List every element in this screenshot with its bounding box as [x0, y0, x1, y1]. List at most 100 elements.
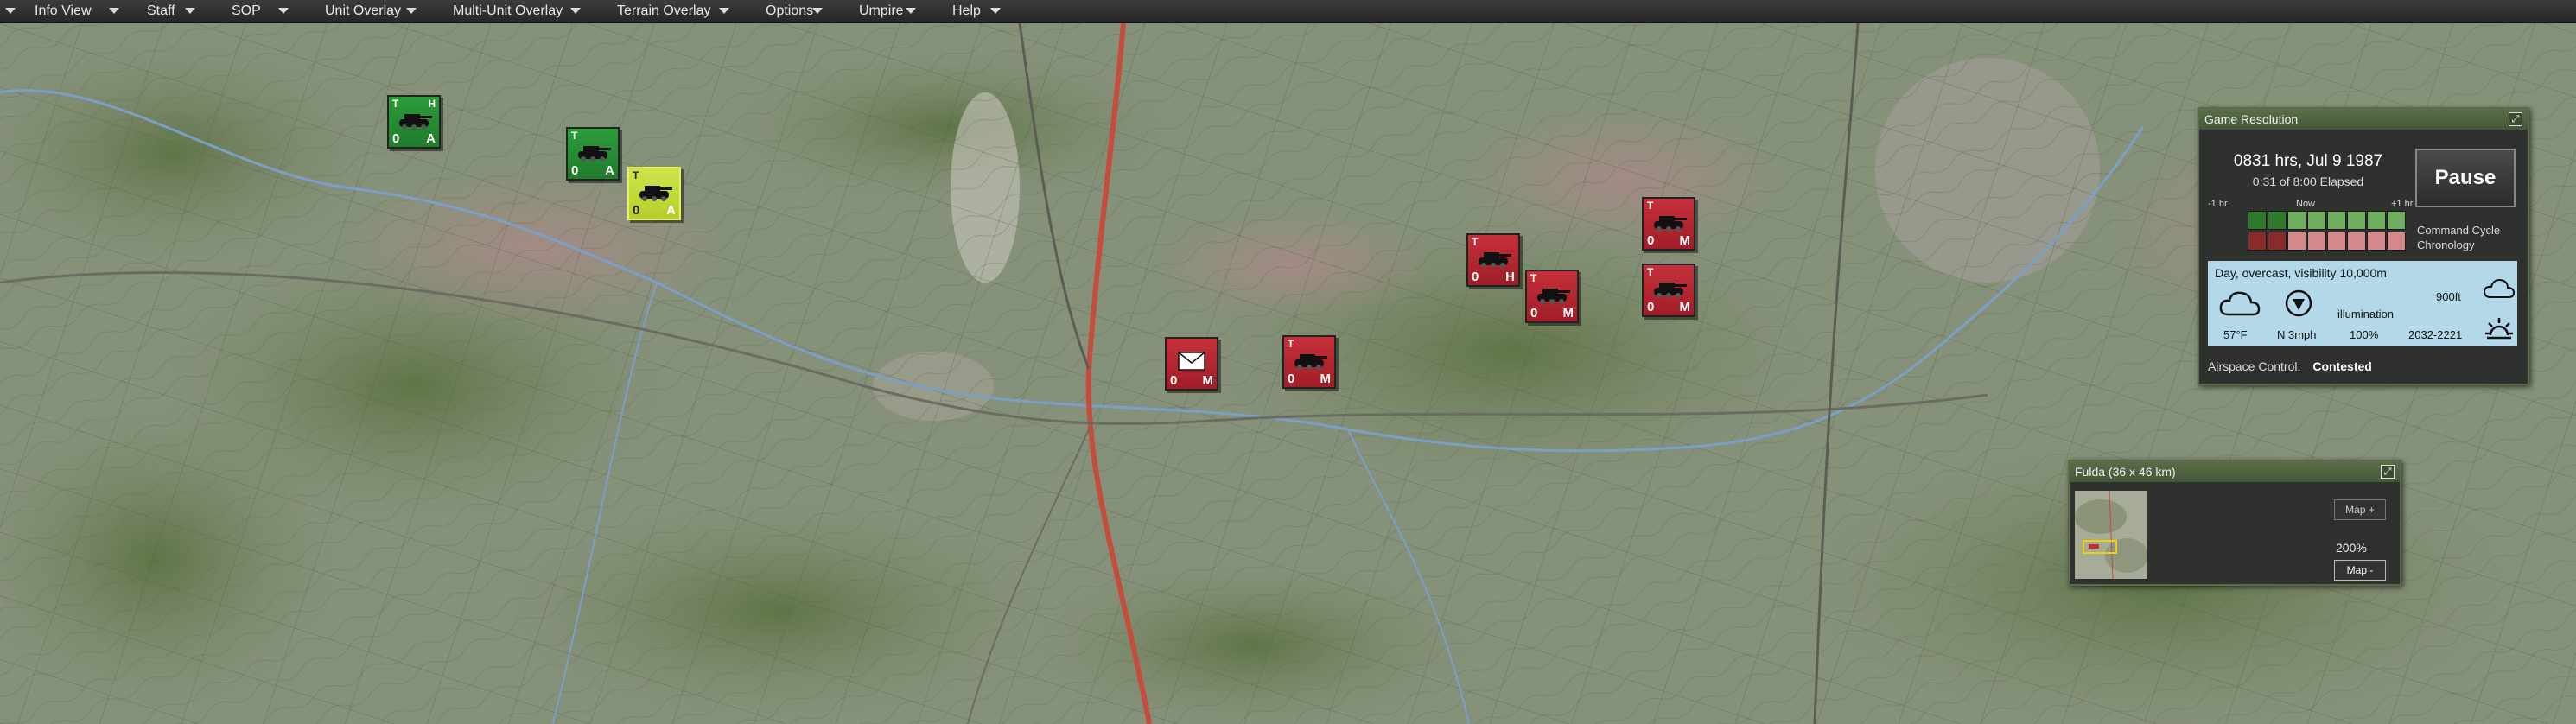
unit-strength: 0 [392, 131, 400, 146]
unit-counter[interactable]: TH0A [387, 95, 441, 149]
cloud-ceiling-icon [2483, 278, 2516, 298]
chronology-cell[interactable] [2287, 232, 2306, 251]
tank-icon [396, 107, 432, 131]
unit-status: M [1562, 306, 1574, 321]
menu-unit-overlay[interactable]: Unit Overlay [290, 0, 427, 22]
minimap-thumbnail[interactable] [2075, 491, 2147, 579]
chronology-cell[interactable] [2248, 232, 2267, 251]
unit-status: M [1202, 373, 1214, 388]
chevron-down-icon [812, 8, 823, 14]
chevron-down-icon [719, 8, 729, 14]
game-time: 0831 hrs, Jul 9 1987 [2233, 152, 2383, 170]
unit-strength: 0 [1647, 233, 1655, 248]
temperature: 57°F [2223, 328, 2248, 341]
menu-bar: Info View Staff SOP Unit Overlay Multi-U… [0, 0, 2576, 23]
chronology-cell[interactable] [2327, 232, 2346, 251]
unit-counter[interactable]: T0H [1466, 233, 1520, 287]
panel-header[interactable]: Fulda (36 x 46 km) ⤢ [2070, 461, 2400, 482]
unit-strength: 0 [1472, 270, 1479, 284]
expand-icon[interactable]: ⤢ [2509, 112, 2522, 126]
chevron-down-icon [906, 8, 916, 14]
chevron-down-icon [406, 8, 417, 14]
tank-icon [1651, 209, 1687, 233]
menu-sop[interactable]: SOP [197, 0, 299, 22]
unit-status: M [1679, 300, 1691, 314]
chronology-cell[interactable] [2347, 232, 2366, 251]
chron-now-label: Now [2296, 199, 2316, 209]
chronology-cell[interactable] [2387, 211, 2406, 230]
zoom-level: 200% [2336, 541, 2367, 555]
unit-strength: 0 [1170, 373, 1178, 388]
unit-strength: 0 [1530, 306, 1538, 321]
chronology-cell[interactable] [2367, 232, 2386, 251]
chronology-cell[interactable] [2268, 232, 2287, 251]
pause-button[interactable]: Pause [2415, 149, 2516, 207]
panel-title: Game Resolution [2204, 112, 2299, 126]
chronology-cell[interactable] [2248, 211, 2267, 230]
menu-staff[interactable]: Staff [112, 0, 206, 22]
unit-status: A [605, 163, 614, 178]
chronology-cell[interactable] [2287, 211, 2306, 230]
unit-counter[interactable]: 0M [1165, 337, 1218, 391]
menu-help[interactable]: Help [918, 0, 1011, 22]
unit-counter[interactable]: T0M [1642, 197, 1695, 251]
tank-icon [1651, 276, 1687, 300]
unit-strength: 0 [1288, 372, 1295, 386]
unit-strength: 0 [633, 203, 640, 218]
tank-icon [1475, 245, 1511, 270]
unit-status: A [666, 203, 676, 218]
chronology-cell[interactable] [2367, 211, 2386, 230]
unit-status: M [1320, 372, 1332, 386]
hq-envelope-icon [1174, 349, 1210, 373]
chevron-down-icon [570, 8, 581, 14]
menu-info-view[interactable]: Info View [0, 0, 130, 22]
wind-direction-icon [2285, 289, 2312, 317]
unit-status: H [1505, 270, 1515, 284]
game-resolution-panel: Game Resolution ⤢ 0831 hrs, Jul 9 1987 0… [2198, 107, 2529, 385]
command-cycle-label: Command Cycle Chronology [2417, 224, 2501, 251]
unit-counter[interactable]: T0M [1642, 264, 1695, 317]
cloud-icon [2219, 291, 2261, 316]
chevron-down-icon [5, 8, 16, 14]
chronology-cell[interactable] [2307, 211, 2326, 230]
chron-minus-label: -1 hr [2208, 199, 2228, 209]
unit-status: A [426, 131, 436, 146]
menu-umpire[interactable]: Umpire [824, 0, 926, 22]
expand-icon[interactable]: ⤢ [2381, 465, 2395, 479]
illumination-value: 100% [2350, 328, 2379, 341]
cloud-ceiling: 900ft [2436, 290, 2461, 303]
tank-icon [636, 179, 672, 203]
wind: N 3mph [2277, 328, 2317, 341]
sun-icon [2485, 318, 2513, 340]
chron-plus-label: +1 hr [2391, 199, 2414, 209]
unit-counter[interactable]: T0A [566, 127, 620, 181]
chronology-cell[interactable] [2327, 211, 2346, 230]
weather-panel: Day, overcast, visibility 10,000m 900ft … [2208, 261, 2517, 346]
weather-description: Day, overcast, visibility 10,000m [2215, 266, 2387, 280]
chronology-cell[interactable] [2307, 232, 2326, 251]
daylight-window: 2032-2221 [2408, 328, 2463, 341]
chronology-cell[interactable] [2268, 211, 2287, 230]
command-chronology[interactable] [2208, 211, 2412, 252]
chronology-cell[interactable] [2387, 232, 2406, 251]
menu-multi-unit-overlay[interactable]: Multi-Unit Overlay [418, 0, 591, 22]
unit-counter[interactable]: T0A [627, 167, 681, 220]
unit-status: M [1679, 233, 1691, 248]
chronology-cell[interactable] [2347, 211, 2366, 230]
map-zoom-out-button[interactable]: Map - [2334, 560, 2386, 581]
chevron-down-icon [185, 8, 195, 14]
airspace-control: Airspace Control: Contested [2208, 359, 2372, 373]
tank-icon [1291, 347, 1327, 372]
minimap-terrain [2075, 491, 2147, 579]
tank-icon [1534, 282, 1570, 306]
menu-options[interactable]: Options [731, 0, 833, 22]
map-zoom-in-button[interactable]: Map + [2334, 499, 2386, 520]
menu-terrain-overlay[interactable]: Terrain Overlay [582, 0, 740, 22]
elapsed-time: 0:31 of 8:00 Elapsed [2252, 175, 2364, 188]
minimap-title: Fulda (36 x 46 km) [2075, 465, 2176, 479]
panel-header[interactable]: Game Resolution ⤢ [2199, 109, 2528, 130]
tank-icon [575, 139, 611, 163]
unit-strength: 0 [1647, 300, 1655, 314]
unit-counter[interactable]: T0M [1525, 270, 1579, 323]
unit-counter[interactable]: T0M [1282, 335, 1336, 389]
